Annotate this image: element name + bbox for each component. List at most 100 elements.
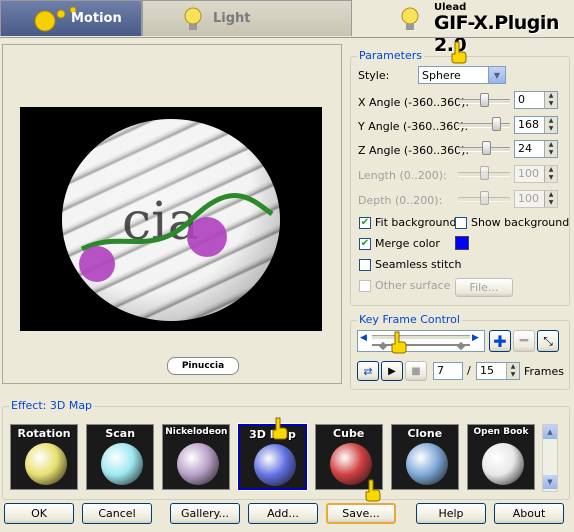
pointing-hand-icon [451, 41, 467, 64]
save-button[interactable]: Save... [326, 503, 396, 524]
x-angle-value: 0 [518, 93, 525, 106]
spin-down-icon[interactable]: ▼ [544, 100, 557, 108]
effect-preview-icon [481, 443, 524, 485]
effect-scrollbar[interactable]: ▲ ▼ [542, 424, 558, 492]
z-angle-value: 24 [518, 142, 532, 155]
fit-background-label: Fit background [375, 216, 457, 229]
y-angle-slider-track[interactable] [458, 123, 510, 128]
effect-item-label: Open Book [473, 427, 529, 437]
length-label: Length (0..200): [358, 169, 447, 182]
effect-legend: Effect: 3D Map [9, 399, 95, 412]
x-angle-slider-thumb[interactable] [480, 93, 489, 107]
effect-item[interactable]: Rotation [10, 424, 79, 490]
loop-button[interactable]: ⇄ [357, 361, 379, 381]
brand-logo: Ulead GIF-X.Plugin 2.0 [352, 0, 574, 56]
spin-down-icon[interactable]: ▼ [544, 149, 557, 157]
effect-item-label: Clone [407, 427, 443, 440]
merge-color-label: Merge color [375, 237, 440, 250]
preview-artwork: cia [79, 192, 274, 282]
style-select[interactable]: Sphere ▼ [418, 66, 506, 84]
merge-color-checkbox[interactable]: ✔ [359, 238, 371, 250]
ok-button[interactable]: OK [4, 503, 74, 524]
keyframe-property-button[interactable]: ⤡ [537, 330, 559, 352]
total-frames-value: 15 [480, 364, 494, 377]
signature-label: Pinuccia [167, 357, 239, 375]
length-input: 100 ▲ ▼ [514, 165, 558, 183]
z-angle-slider-thumb[interactable] [481, 141, 491, 155]
frames-label: Frames [524, 365, 565, 378]
chevron-down-icon[interactable]: ▼ [488, 67, 505, 83]
current-frame-input[interactable]: 7 [433, 362, 463, 380]
keyframe-timeline[interactable]: ◀ ▶ [357, 330, 485, 352]
spin-up-icon[interactable]: ▲ [544, 92, 557, 100]
effect-item[interactable]: Clone [390, 424, 459, 490]
add-button[interactable]: Add... [248, 503, 318, 524]
parameters-legend: Parameters [357, 49, 424, 62]
keyframe-legend: Key Frame Control [357, 313, 462, 326]
effect-item[interactable]: Nickelodeon [162, 424, 231, 490]
current-frame-value: 7 [437, 364, 444, 377]
y-angle-input[interactable]: 168 ▲ ▼ [514, 116, 558, 134]
spin-up-icon[interactable]: ▲ [544, 117, 557, 125]
total-frames-input[interactable]: 15 ▲ ▼ [476, 362, 520, 380]
style-select-value: Sphere [422, 68, 461, 82]
timeline-end-icon[interactable]: ▶ [472, 333, 482, 349]
spin-up-icon[interactable]: ▲ [506, 363, 519, 371]
depth-label: Depth (0..200): [358, 194, 443, 207]
depth-slider-thumb [480, 191, 489, 205]
frame-separator: / [467, 364, 471, 377]
effect-preview-icon [405, 443, 448, 485]
depth-value: 100 [518, 192, 539, 205]
spin-up-icon[interactable]: ▲ [544, 141, 557, 149]
seamless-stitch-checkbox[interactable] [359, 259, 371, 271]
fit-background-checkbox[interactable]: ✔ [359, 217, 371, 229]
seamless-stitch-label: Seamless stitch [375, 258, 462, 271]
y-angle-label: Y Angle (-360..360): [358, 120, 469, 133]
effect-item-label: Nickelodeon [165, 427, 228, 437]
effect-preview-icon [177, 443, 220, 485]
tab-motion[interactable]: Motion [0, 0, 142, 36]
spin-down-icon: ▼ [544, 174, 557, 182]
spin-down-icon[interactable]: ▼ [506, 371, 519, 379]
add-keyframe-button[interactable]: ✚ [489, 330, 511, 352]
spin-up-icon: ▲ [544, 191, 557, 199]
pointing-hand-icon [391, 331, 407, 354]
about-button[interactable]: About [494, 503, 564, 524]
pointing-hand-icon [365, 479, 381, 502]
stop-button: ■ [405, 361, 427, 381]
tab-light[interactable]: Light [142, 0, 352, 36]
cancel-button[interactable]: Cancel [82, 503, 152, 524]
scroll-track[interactable] [543, 439, 557, 475]
effect-item-label: Rotation [17, 427, 71, 440]
show-background-checkbox[interactable] [455, 217, 467, 229]
effect-preview-icon [101, 443, 144, 485]
gallery-button[interactable]: Gallery... [170, 503, 240, 524]
timeline-track [372, 335, 470, 340]
other-surface-checkbox [359, 280, 371, 292]
timeline-start-icon[interactable]: ◀ [360, 333, 370, 349]
other-surface-label: Other surface [375, 279, 451, 292]
x-angle-label: X Angle (-360..360): [358, 96, 470, 109]
effect-preview-icon [254, 444, 297, 486]
length-slider-thumb [480, 166, 489, 180]
merge-color-swatch[interactable] [455, 236, 469, 250]
spin-down-icon[interactable]: ▼ [544, 125, 557, 133]
spin-up-icon: ▲ [544, 166, 557, 174]
remove-keyframe-button: ━ [513, 330, 535, 352]
z-angle-label: Z Angle (-360..360): [358, 144, 470, 157]
help-button[interactable]: Help [416, 503, 486, 524]
effect-item-label: Scan [105, 427, 136, 440]
depth-input: 100 ▲ ▼ [514, 190, 558, 208]
show-background-label: Show background [471, 216, 570, 229]
style-label: Style: [358, 69, 390, 82]
file-button: File... [455, 278, 513, 297]
y-angle-slider-thumb[interactable] [491, 117, 501, 131]
scroll-down-icon[interactable]: ▼ [543, 475, 557, 489]
x-angle-input[interactable]: 0 ▲ ▼ [514, 91, 558, 109]
z-angle-input[interactable]: 24 ▲ ▼ [514, 140, 558, 158]
effect-item[interactable]: Open Book [466, 424, 536, 490]
effect-item[interactable]: Scan [86, 424, 155, 490]
scroll-up-icon[interactable]: ▲ [543, 425, 557, 439]
effect-item-label: Cube [333, 427, 365, 440]
play-button[interactable]: ▶ [381, 361, 403, 381]
